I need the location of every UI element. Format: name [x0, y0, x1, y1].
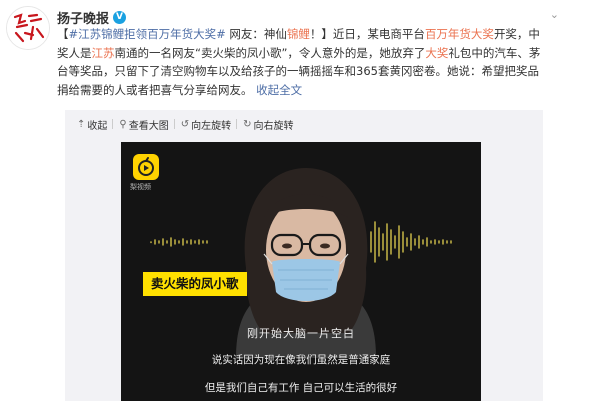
- verified-badge-icon: V: [113, 11, 127, 24]
- collapse-full-text-link[interactable]: 收起全文: [256, 83, 302, 97]
- collapse-button[interactable]: ⇡ 收起: [71, 117, 113, 132]
- video-subtitle: 刚开始大脑一片空白: [247, 327, 355, 340]
- media-toolbar: ⇡ 收起 ⚲ 查看大图 ↺ 向左旋转 ↻ 向右旋转: [65, 110, 543, 138]
- post-text-segment: 网友：神仙: [225, 27, 287, 41]
- post-text-segment: ！】近日，某电商平台: [309, 27, 425, 41]
- chevron-down-icon: ⌄: [549, 8, 559, 21]
- view-large-button[interactable]: ⚲ 查看大图: [112, 117, 174, 132]
- rotate-right-icon: ↻: [243, 118, 252, 130]
- collapse-arrow-icon: ⇡: [77, 118, 86, 130]
- pear-video-logo-icon: [133, 154, 159, 180]
- post-text: 【#江苏锦鲤拒领百万年货大奖# 网友：神仙锦鲤！】近日，某电商平台百万年货大奖开…: [57, 25, 547, 99]
- rotate-right-label: 向右旋转: [253, 120, 294, 132]
- collapse-label: 收起: [87, 120, 108, 132]
- media-viewer: ⇡ 收起 ⚲ 查看大图 ↺ 向左旋转 ↻ 向右旋转 梨视频 卖火柴的凤小歌 刚开…: [65, 110, 543, 401]
- topic-link[interactable]: #江苏锦鲤拒领百万年货大奖#: [69, 27, 226, 41]
- rotate-left-button[interactable]: ↺ 向左旋转: [173, 117, 237, 132]
- avatar[interactable]: [6, 6, 50, 50]
- rotate-left-icon: ↺: [180, 118, 190, 130]
- video-subtitle: 但是我们自己有工作 自己可以生活的很好: [204, 382, 398, 394]
- view-large-label: 查看大图: [128, 120, 169, 132]
- magnifier-icon: ⚲: [119, 118, 127, 130]
- weibo-post-card: 扬子晚报 V ⌄ 【#江苏锦鲤拒领百万年货大奖# 网友：神仙锦鲤！】近日，某电商…: [0, 0, 589, 401]
- avatar-logo-icon: [7, 7, 49, 49]
- keyword-highlight: 百万年货大奖: [424, 27, 494, 41]
- keyword-highlight: 锦鲤: [286, 27, 310, 41]
- video-subtitle: 说实话因为现在像我们虽然是普通家庭: [211, 354, 391, 366]
- keyword-highlight: 大奖: [425, 45, 449, 60]
- rotate-left-label: 向左旋转: [191, 120, 232, 132]
- rotate-right-button[interactable]: ↻ 向右旋转: [236, 117, 299, 132]
- speaker-name-tag: 卖火柴的凤小歌: [143, 272, 247, 296]
- video-frame[interactable]: 梨视频 卖火柴的凤小歌 刚开始大脑一片空白 说实话因为现在像我们虽然是普通家庭 …: [121, 142, 481, 401]
- post-open-bracket: 【: [57, 27, 69, 41]
- logo-label: 梨视频: [130, 183, 151, 191]
- keyword-highlight: 江苏: [91, 45, 115, 60]
- play-logo-icon: [138, 157, 154, 176]
- more-options-button[interactable]: ⌄: [550, 8, 559, 21]
- post-text-segment: 南通的一名网友“卖火柴的凤小歌”，令人意外的是，她放弃了: [114, 45, 426, 60]
